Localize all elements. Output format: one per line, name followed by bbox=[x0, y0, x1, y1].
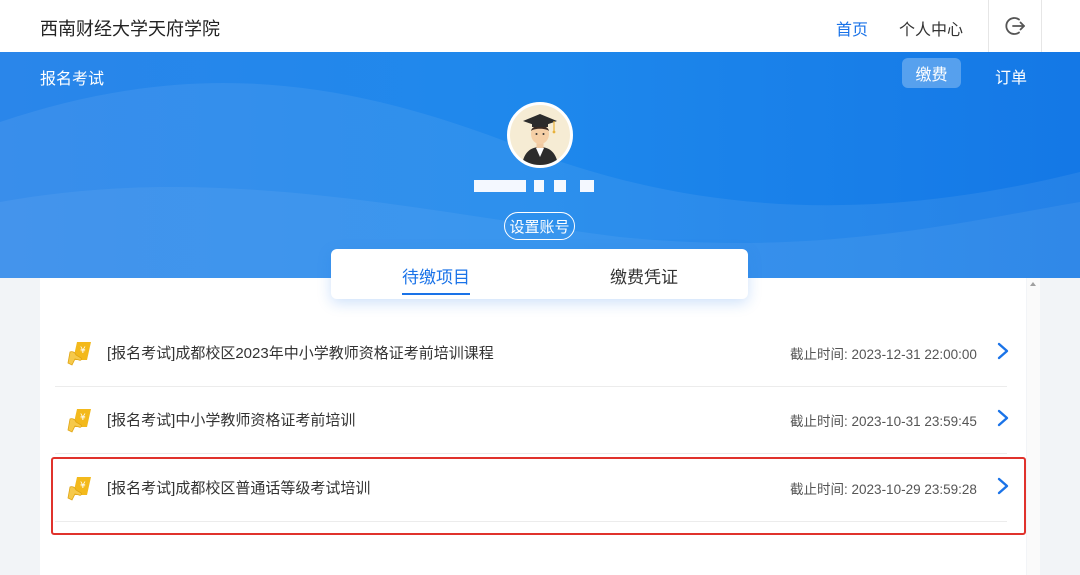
payment-icon: ¥ bbox=[67, 409, 91, 433]
hero-banner: 报名考试 缴费 订单 设置账号 bbox=[0, 52, 1080, 278]
list-item[interactable]: ¥ [报名考试]成都校区2023年中小学教师资格证考前培训课程 截止时间: 20… bbox=[55, 320, 1009, 387]
payment-icon: ¥ bbox=[67, 342, 91, 366]
pay-button[interactable]: 缴费 bbox=[902, 58, 961, 88]
chevron-right-icon bbox=[997, 342, 1009, 360]
deadline-text: 截止时间: 2023-10-31 23:59:45 bbox=[790, 414, 977, 429]
item-title: [报名考试]中小学教师资格证考前培训 bbox=[107, 412, 356, 429]
tab-bar: 待缴项目 缴费凭证 bbox=[331, 249, 748, 299]
svg-text:¥: ¥ bbox=[80, 346, 86, 356]
svg-text:¥: ¥ bbox=[80, 413, 86, 423]
chevron-right-icon bbox=[997, 409, 1009, 427]
avatar[interactable] bbox=[507, 102, 573, 168]
highlight-box bbox=[51, 457, 1026, 535]
order-link[interactable]: 订单 bbox=[995, 64, 1027, 88]
logout-icon bbox=[1005, 17, 1025, 35]
deadline-text: 截止时间: 2023-12-31 22:00:00 bbox=[790, 347, 977, 362]
scrollbar[interactable] bbox=[1027, 278, 1040, 575]
tab-payment-voucher[interactable]: 缴费凭证 bbox=[610, 263, 678, 288]
set-account-button[interactable]: 设置账号 bbox=[504, 212, 575, 240]
nav-home-link[interactable]: 首页 bbox=[836, 16, 868, 40]
school-name: 西南财经大学天府学院 bbox=[40, 19, 220, 39]
item-title: [报名考试]成都校区2023年中小学教师资格证考前培训课程 bbox=[107, 345, 494, 362]
graduate-avatar-icon bbox=[522, 114, 558, 165]
tab-pending-items[interactable]: 待缴项目 bbox=[402, 263, 470, 295]
logout-button[interactable] bbox=[988, 0, 1042, 52]
list-item[interactable]: ¥ [报名考试]中小学教师资格证考前培训 截止时间: 2023-10-31 23… bbox=[55, 387, 1009, 454]
nav-personal-center-link[interactable]: 个人中心 bbox=[899, 16, 963, 40]
scroll-up-arrow[interactable] bbox=[1030, 282, 1036, 286]
section-title: 报名考试 bbox=[40, 71, 105, 88]
masked-username bbox=[474, 180, 594, 194]
top-bar: 西南财经大学天府学院 首页 个人中心 bbox=[0, 0, 1080, 53]
